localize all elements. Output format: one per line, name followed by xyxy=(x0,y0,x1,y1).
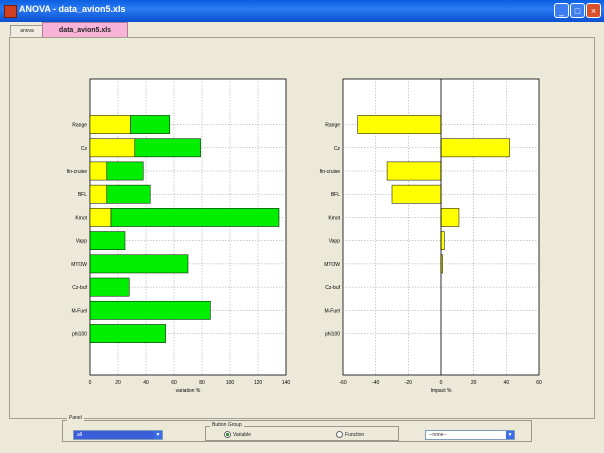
category-label: BFL xyxy=(331,192,340,198)
button-group-label: Button Group xyxy=(210,422,244,428)
bar xyxy=(89,208,112,227)
category-label: fin-cruise xyxy=(67,169,88,175)
category-label: M-Fuel xyxy=(324,308,340,314)
bar xyxy=(134,138,201,158)
bar xyxy=(440,231,445,251)
app-icon xyxy=(4,5,17,18)
tick-label: -40 xyxy=(372,380,379,386)
bar xyxy=(89,231,126,251)
tick-label: 80 xyxy=(199,380,205,386)
bar xyxy=(89,138,136,158)
tick-label: 60 xyxy=(171,380,177,386)
function-select[interactable]: --none-- ▼ xyxy=(425,430,515,440)
category-label: Cz xyxy=(334,146,341,152)
bar xyxy=(440,208,460,227)
category-label: Range xyxy=(325,123,340,129)
category-label: fin-cruise xyxy=(320,169,341,175)
chevron-down-icon[interactable]: ▼ xyxy=(506,431,514,439)
bar xyxy=(89,300,211,320)
window-title: ANOVA - data_avion5.xls xyxy=(19,4,126,14)
close-button[interactable]: × xyxy=(586,3,601,18)
tab-file[interactable]: data_avion5.xls xyxy=(42,22,128,38)
tick-label: 40 xyxy=(143,380,149,386)
category-label: MTOW xyxy=(324,262,340,268)
button-group: Button Group Variable Function xyxy=(205,422,399,441)
bar xyxy=(106,184,151,204)
bar xyxy=(440,138,510,158)
bar xyxy=(89,161,108,181)
window-client: anova data_avion5.xls 0 20 40 60 80 100 120 140… xyxy=(4,22,600,449)
radio-variable-dot[interactable] xyxy=(224,431,231,438)
category-label: Cz xyxy=(81,146,88,152)
tick-label: 20 xyxy=(471,380,477,386)
x-axis-label: variation % xyxy=(176,388,201,394)
charts-canvas: 0 20 40 60 80 100 120 140 Range Cz fin-cruise BFL Km… xyxy=(67,78,542,394)
bar xyxy=(106,161,144,181)
radio-variable-label: Variable xyxy=(233,431,251,438)
tick-label: 0 xyxy=(440,380,443,386)
category-label: MTOW xyxy=(71,262,87,268)
chevron-down-icon[interactable]: ▼ xyxy=(154,431,162,439)
tab-anova[interactable]: anova xyxy=(10,25,44,36)
category-label: Range xyxy=(72,123,87,129)
category-label: phi100 xyxy=(325,332,340,338)
tick-label: 40 xyxy=(504,380,510,386)
panel-group: Panel all ▼ Button Group Variable Functi… xyxy=(62,415,532,442)
category-label: Vapp xyxy=(76,239,88,245)
variable-select[interactable]: all ▼ xyxy=(73,430,163,440)
function-select-value: --none-- xyxy=(429,432,447,438)
tick-label: 20 xyxy=(115,380,121,386)
tick-label: 60 xyxy=(536,380,542,386)
radio-function-label: Function xyxy=(345,431,365,438)
tick-label: 100 xyxy=(226,380,235,386)
maximize-button[interactable]: □ xyxy=(570,3,585,18)
title-bar: ANOVA - data_avion5.xls _ □ × xyxy=(0,0,604,22)
radio-function[interactable]: Function xyxy=(336,431,364,438)
bar xyxy=(130,115,171,134)
tick-label: 120 xyxy=(254,380,263,386)
category-label: Kmot xyxy=(328,215,340,221)
x-axis-label: Impact % xyxy=(431,388,452,394)
bar xyxy=(89,324,166,343)
category-label: Vapp xyxy=(329,239,341,245)
minimize-button[interactable]: _ xyxy=(554,3,569,18)
bar xyxy=(89,277,130,297)
bar xyxy=(89,115,131,134)
panel-label: Panel xyxy=(67,415,84,421)
bar xyxy=(357,115,442,134)
category-label: M-Fuel xyxy=(71,308,87,314)
category-label: phi100 xyxy=(72,332,87,338)
variable-select-value: all xyxy=(77,432,83,438)
bar xyxy=(89,254,189,274)
bar xyxy=(386,161,442,181)
tick-label: 0 xyxy=(89,380,92,386)
tick-label: 140 xyxy=(282,380,291,386)
radio-function-dot[interactable] xyxy=(336,431,343,438)
bar xyxy=(89,184,108,204)
category-label: Kmot xyxy=(75,215,87,221)
main-panel: 0 20 40 60 80 100 120 140 Range Cz fin-cruise BFL Km… xyxy=(9,37,595,419)
category-label: BFL xyxy=(78,192,87,198)
bar xyxy=(391,184,442,204)
category-label: Cz-buf xyxy=(325,285,340,291)
category-label: Cz-buf xyxy=(72,285,87,291)
tick-label: -60 xyxy=(339,380,346,386)
tick-label: -20 xyxy=(405,380,412,386)
bar xyxy=(110,208,280,227)
radio-variable[interactable]: Variable xyxy=(224,431,251,438)
